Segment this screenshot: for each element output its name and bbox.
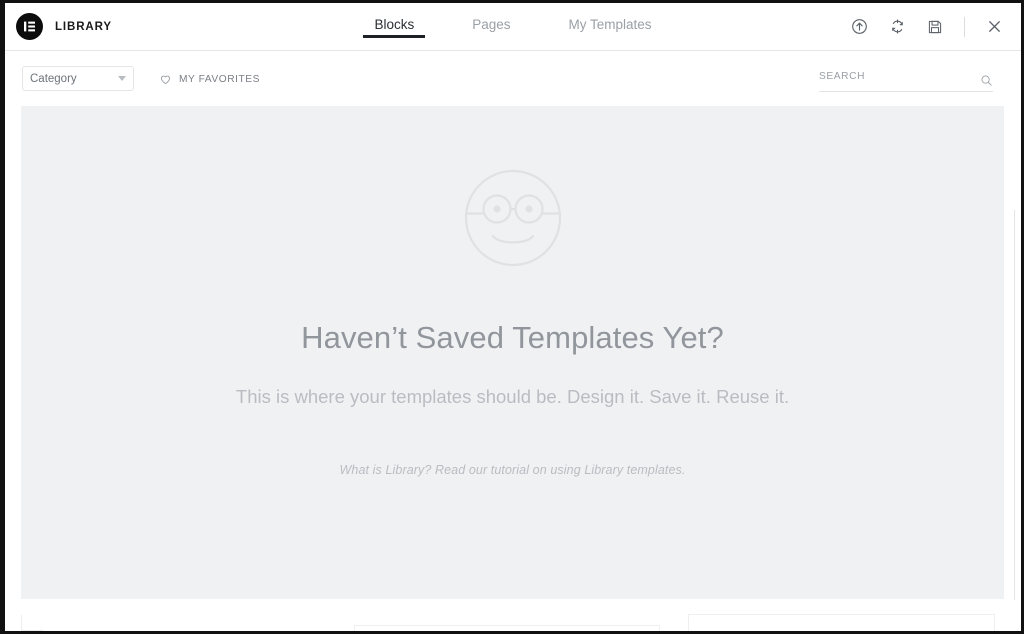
tab-pages[interactable]: Pages (458, 3, 524, 46)
brand-title: LIBRARY (55, 20, 112, 33)
background-box-left (21, 615, 43, 631)
my-favorites-button[interactable]: MY FAVORITES (159, 72, 260, 86)
header-divider (964, 16, 965, 37)
header-actions (848, 3, 1021, 50)
modal-content: Haven’t Saved Templates Yet? This is whe… (5, 106, 1021, 631)
empty-state-title: Haven’t Saved Templates Yet? (301, 320, 724, 355)
sync-icon[interactable] (886, 16, 908, 38)
background-box-center (354, 625, 660, 631)
close-icon[interactable] (983, 16, 1005, 38)
my-favorites-label: MY FAVORITES (179, 73, 260, 85)
heart-icon (159, 73, 172, 86)
upload-icon[interactable] (848, 16, 870, 38)
empty-state-subtitle: This is where your templates should be. … (235, 386, 790, 407)
search-input[interactable] (819, 71, 993, 85)
smiley-glasses-icon (464, 169, 561, 267)
tab-blocks[interactable]: Blocks (360, 3, 428, 46)
library-modal: LIBRARY Blocks Pages My Templates Catego… (5, 3, 1021, 631)
modal-header: LIBRARY Blocks Pages My Templates (5, 3, 1021, 51)
modal-toolbar: Category MY FAVORITES (5, 51, 1021, 106)
content-scrollbar[interactable] (1014, 210, 1015, 600)
brand: LIBRARY (5, 13, 305, 40)
background-box-right (688, 614, 995, 631)
save-icon[interactable] (924, 16, 946, 38)
tab-my-templates-label: My Templates (568, 17, 652, 32)
category-select-label: Category (30, 72, 77, 85)
tab-my-templates[interactable]: My Templates (555, 3, 666, 46)
templates-empty-panel: Haven’t Saved Templates Yet? This is whe… (21, 106, 1004, 599)
editor-frame: LIBRARY Blocks Pages My Templates Catego… (0, 0, 1024, 634)
tab-pages-label: Pages (472, 17, 511, 32)
empty-state: Haven’t Saved Templates Yet? This is whe… (21, 168, 1004, 477)
library-tutorial-link[interactable]: What is Library? Read our tutorial on us… (21, 463, 1004, 477)
chevron-down-icon (118, 76, 126, 81)
elementor-logo-icon (16, 13, 43, 40)
search-icon[interactable] (980, 74, 993, 87)
category-select[interactable]: Category (22, 66, 134, 91)
tab-blocks-label: Blocks (374, 17, 415, 32)
search-field[interactable] (819, 66, 993, 92)
